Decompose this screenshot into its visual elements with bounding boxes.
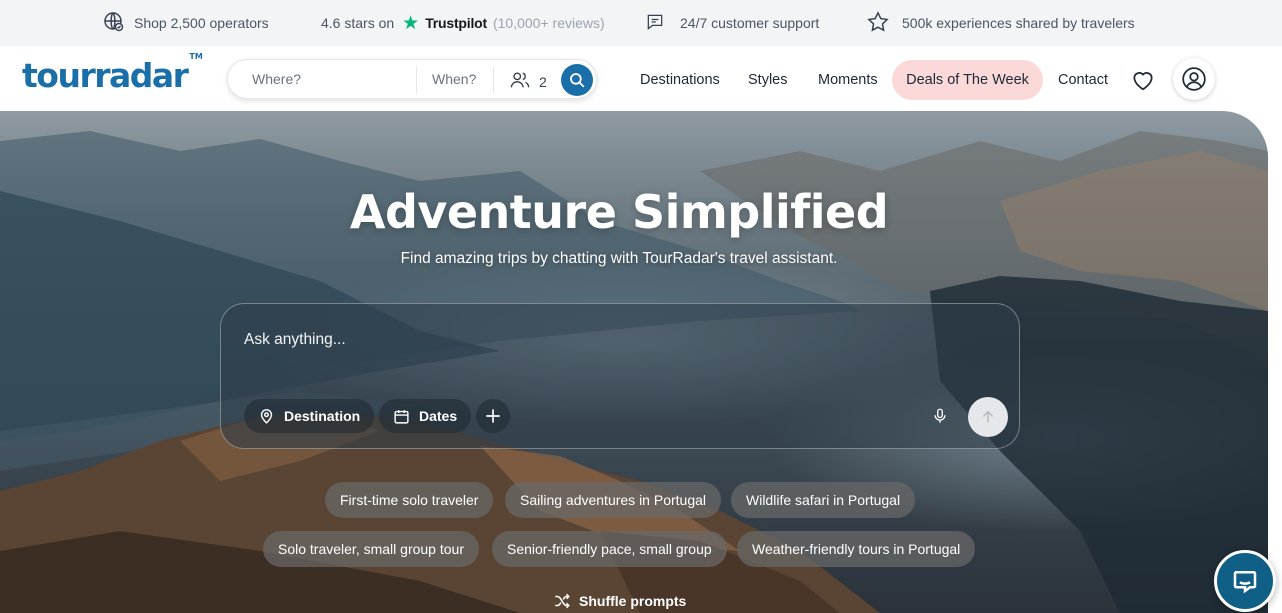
dates-label: Dates: [419, 408, 458, 424]
destination-label: Destination: [284, 408, 361, 424]
suggestion-chip[interactable]: Sailing adventures in Portugal: [505, 482, 722, 518]
where-input[interactable]: Where?: [252, 71, 301, 87]
people-icon: [509, 69, 531, 94]
calendar-icon: [394, 409, 409, 424]
operators-item: Shop 2,500 operators: [102, 0, 269, 46]
suggestion-chip[interactable]: Weather-friendly tours in Portugal: [737, 531, 976, 567]
shuffle-icon: [555, 593, 570, 609]
logo-trademark: TM: [189, 52, 203, 61]
globe-badge-icon: [102, 10, 126, 37]
plus-icon: [486, 409, 500, 423]
suggestion-chip[interactable]: First-time solo traveler: [325, 482, 494, 518]
microphone-button[interactable]: [929, 405, 951, 427]
hero-section: Adventure Simplified Find amazing trips …: [0, 111, 1268, 613]
ai-chat-box[interactable]: Ask anything... Destination Dates: [220, 303, 1020, 449]
nav-deals-of-the-week[interactable]: Deals of The Week: [892, 60, 1043, 100]
chat-message-icon: [645, 12, 665, 35]
live-chat-button[interactable]: [1214, 550, 1276, 612]
hero-title: Adventure Simplified: [349, 185, 889, 239]
support-item: 24/7 customer support: [645, 0, 819, 46]
trustpilot-star-icon: ★: [402, 12, 420, 34]
star-outline-icon: [866, 10, 890, 37]
nav-styles[interactable]: Styles: [748, 60, 788, 100]
search-button[interactable]: [561, 64, 593, 96]
nav-moments[interactable]: Moments: [818, 60, 878, 100]
map-pin-icon: [260, 408, 273, 424]
when-input[interactable]: When?: [432, 71, 476, 87]
arrow-up-icon: [982, 410, 994, 423]
nav-contact[interactable]: Contact: [1058, 60, 1108, 100]
operators-text: Shop 2,500 operators: [134, 15, 269, 31]
reviews-count: (10,000+ reviews): [492, 15, 605, 31]
dates-chip[interactable]: Dates: [379, 399, 472, 433]
shuffle-prompts-button[interactable]: Shuffle prompts: [553, 592, 686, 610]
suggestion-chip[interactable]: Solo traveler, small group tour: [263, 531, 479, 567]
account-button[interactable]: [1173, 58, 1215, 100]
support-text: 24/7 customer support: [680, 15, 820, 31]
trustpilot-logo: Trustpilot: [425, 15, 487, 31]
user-circle-icon: [1182, 67, 1206, 91]
logo-text: tourradar: [22, 56, 189, 95]
experiences-item: 500k experiences shared by travelers: [866, 0, 1135, 46]
destination-chip[interactable]: Destination: [244, 399, 375, 433]
nav-destinations[interactable]: Destinations: [640, 60, 720, 100]
wishlist-heart-icon[interactable]: [1129, 66, 1156, 93]
suggestion-chip[interactable]: Wildlife safari in Portugal: [731, 482, 916, 518]
travelers-count: 2: [539, 73, 547, 90]
divider: [416, 66, 417, 94]
add-filter-button[interactable]: [476, 399, 510, 433]
trust-bar: Shop 2,500 operators 4.6 stars on ★ Trus…: [0, 0, 1282, 46]
hero-subtitle: Find amazing trips by chatting with Tour…: [400, 250, 838, 267]
search-icon: [570, 73, 585, 88]
site-header: tourradar TM Where? When? 2 Destinations …: [0, 46, 1282, 112]
microphone-icon: [934, 408, 946, 423]
experiences-text: 500k experiences shared by travelers: [902, 15, 1135, 31]
tourradar-logo[interactable]: tourradar TM: [22, 52, 203, 95]
shuffle-label: Shuffle prompts: [579, 593, 687, 609]
suggestion-chip[interactable]: Senior-friendly pace, small group: [492, 531, 727, 567]
divider: [493, 66, 494, 94]
travelers-selector[interactable]: 2: [509, 69, 547, 94]
chat-input[interactable]: Ask anything...: [244, 331, 346, 349]
chat-bubble-icon: [1233, 571, 1257, 594]
send-button[interactable]: [968, 397, 1008, 437]
rating-text: 4.6 stars on: [321, 15, 395, 31]
trustpilot-rating[interactable]: 4.6 stars on ★ Trustpilot (10,000+ revie…: [321, 0, 605, 46]
header-search-bar: Where? When? 2: [227, 59, 597, 99]
